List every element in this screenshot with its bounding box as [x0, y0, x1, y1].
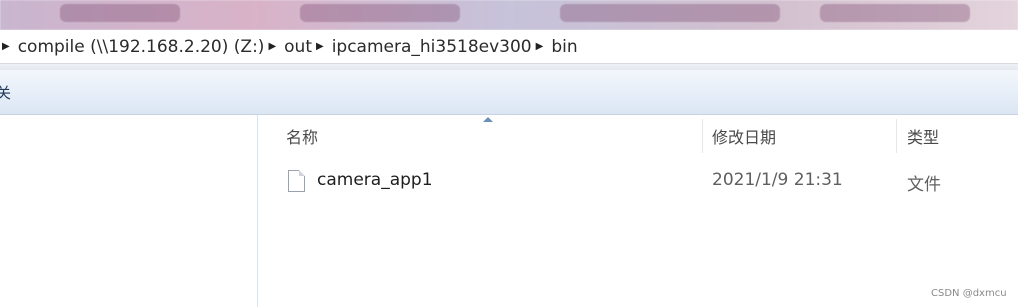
column-header-modified[interactable]: 修改日期	[712, 119, 896, 153]
command-toolbar: 关	[0, 70, 1018, 115]
column-divider[interactable]	[896, 119, 897, 153]
file-row[interactable]: camera_app1 2021/1/9 21:31 文件	[283, 167, 1018, 195]
breadcrumb-out[interactable]: out	[284, 37, 312, 57]
window-title-bar	[0, 0, 1018, 30]
breadcrumb-separator-icon[interactable]: ▶	[2, 41, 10, 52]
column-header-modified-label: 修改日期	[712, 128, 777, 147]
file-modified-date: 2021/1/9 21:31	[712, 170, 843, 190]
generic-file-icon	[288, 170, 305, 192]
breadcrumb-separator-icon[interactable]: ▶	[316, 41, 324, 52]
address-bar[interactable]: ▶ compile (\\192.168.2.20) (Z:) ▶ out ▶ …	[0, 30, 1018, 64]
file-type: 文件	[907, 175, 941, 195]
breadcrumb-separator-icon[interactable]: ▶	[536, 41, 544, 52]
watermark: CSDN @dxmcu	[931, 288, 1007, 299]
breadcrumb-bin[interactable]: bin	[551, 37, 577, 57]
column-header-name-label: 名称	[286, 128, 319, 147]
column-divider[interactable]	[702, 119, 703, 153]
breadcrumb-ipcamera[interactable]: ipcamera_hi3518ev300	[332, 37, 532, 57]
file-list-pane[interactable]: 名称 修改日期 类型 camera_app1 2021/1/9 21:31 文件	[258, 115, 1018, 307]
file-name: camera_app1	[317, 170, 433, 190]
navigation-pane[interactable]	[0, 115, 258, 307]
column-header-type-label: 类型	[907, 128, 940, 147]
column-header-name[interactable]: 名称	[286, 119, 701, 153]
toolbar-cutoff-label[interactable]: 关	[0, 82, 11, 103]
breadcrumb-separator-icon[interactable]: ▶	[268, 41, 276, 52]
breadcrumb-drive[interactable]: compile (\\192.168.2.20) (Z:)	[18, 37, 265, 57]
column-header-type[interactable]: 类型	[907, 119, 1007, 153]
